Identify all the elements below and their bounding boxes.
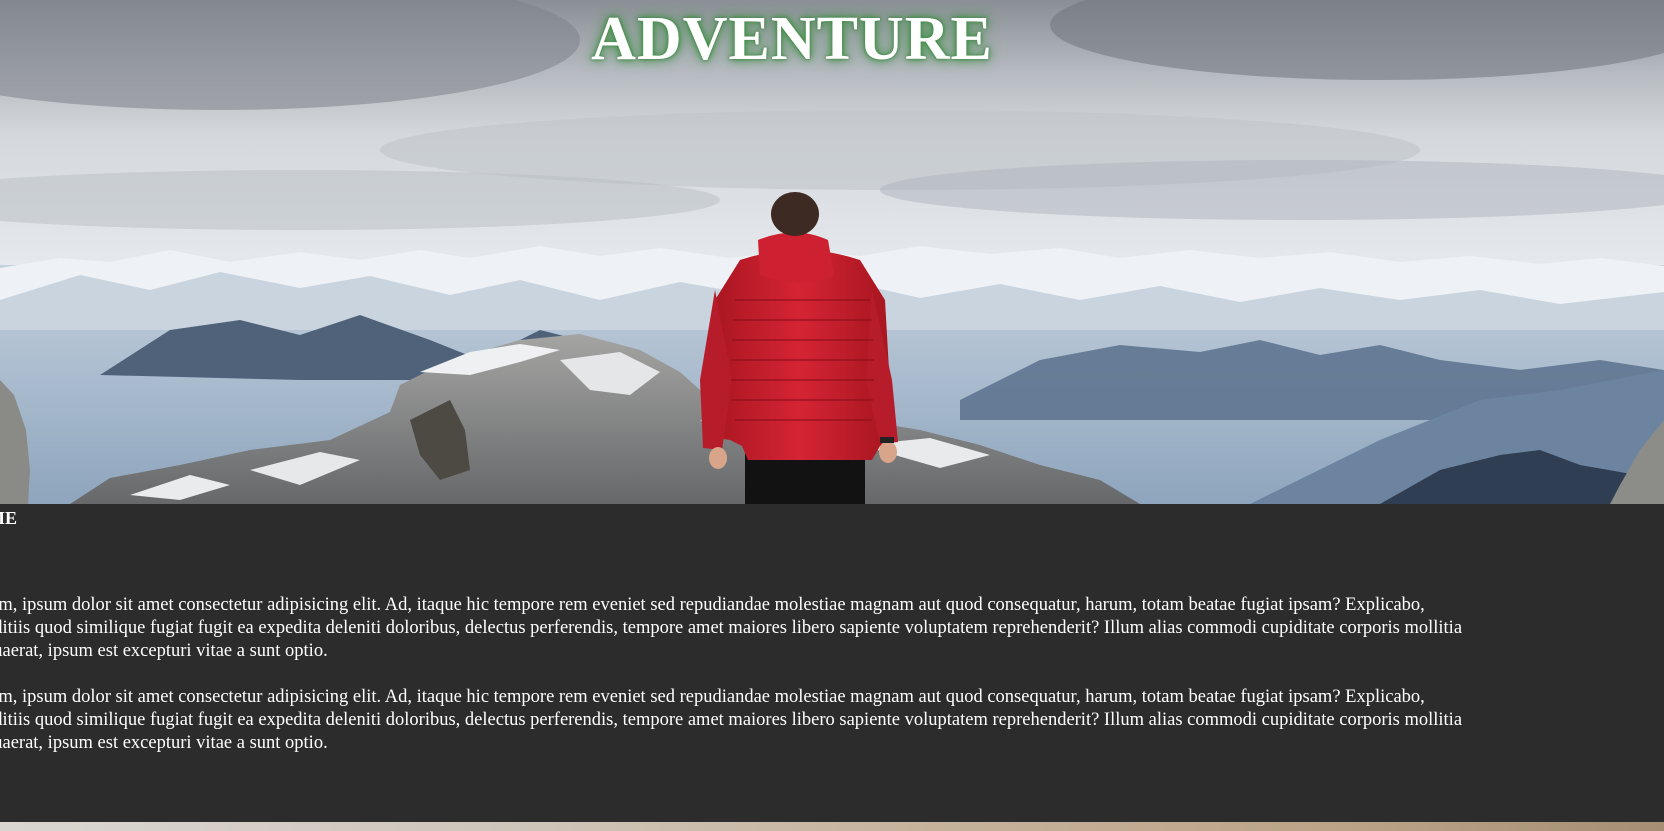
page: ADVENTURE ME rem, ipsum dolor sit amet c… (0, 0, 1664, 831)
next-section-image (0, 822, 1664, 831)
paragraph-line: quaerat, ipsum est excepturi vitae a sun… (0, 733, 328, 753)
paragraph-line: nditiis quod similique fugiat fugit ea e… (0, 710, 1463, 730)
hero-mountain-image (0, 0, 1664, 504)
paragraph-line: rem, ipsum dolor sit amet consectetur ad… (0, 595, 1425, 615)
paragraph: rem, ipsum dolor sit amet consectetur ad… (0, 594, 1614, 663)
paragraph-line: nditiis quod similique fugiat fugit ea e… (0, 618, 1463, 638)
about-section: ME rem, ipsum dolor sit amet consectetur… (0, 504, 1664, 822)
section-heading: ME (0, 508, 17, 528)
hero-title: ADVENTURE (591, 5, 993, 73)
hero-banner: ADVENTURE (0, 0, 1664, 504)
paragraph-line: quaerat, ipsum est excepturi vitae a sun… (0, 641, 328, 661)
paragraph-line: rem, ipsum dolor sit amet consectetur ad… (0, 687, 1425, 707)
paragraph: rem, ipsum dolor sit amet consectetur ad… (0, 686, 1614, 755)
